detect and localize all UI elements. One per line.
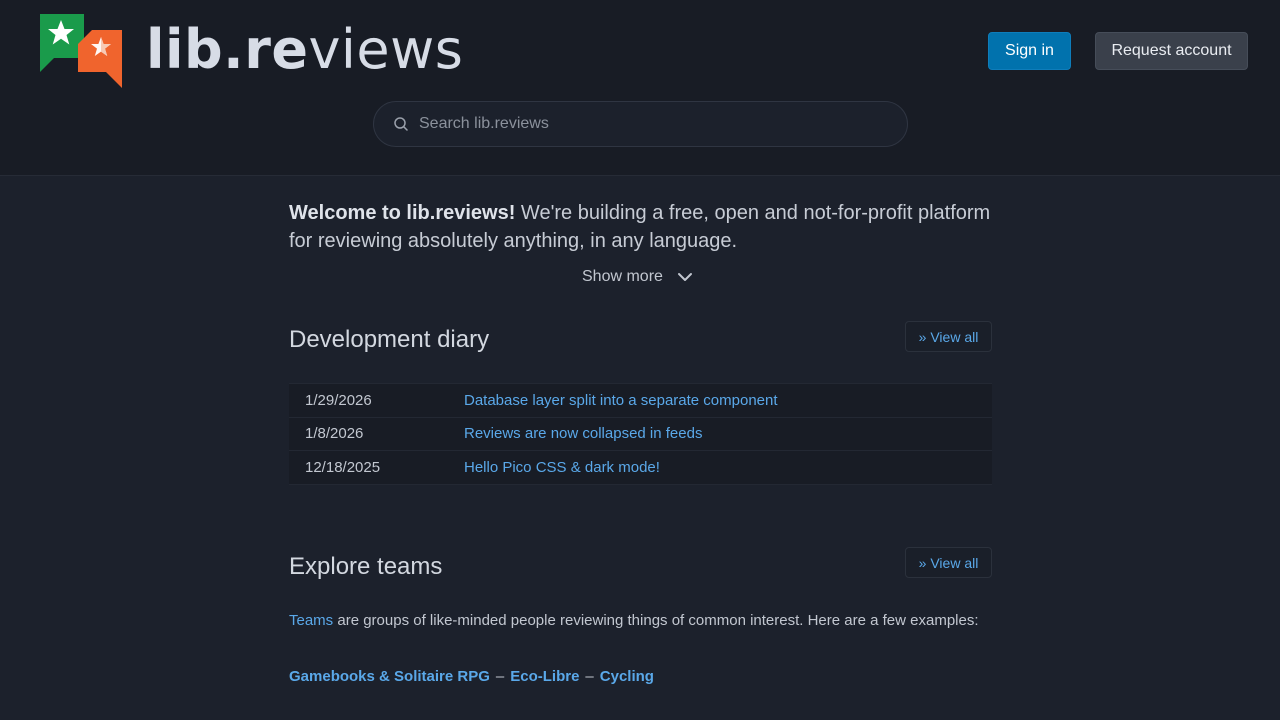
- diary-date: 1/8/2026: [305, 425, 364, 443]
- team-link-cycling[interactable]: Cycling: [600, 668, 654, 685]
- diary-title: Development diary: [289, 326, 490, 353]
- diary-entry-link[interactable]: Reviews are now collapsed in feeds: [464, 425, 702, 442]
- search-input[interactable]: [419, 104, 879, 144]
- site-logo[interactable]: lib.reviews: [38, 14, 463, 88]
- teams-description-text: are groups of like-minded people reviewi…: [333, 612, 979, 629]
- show-more-label: Show more: [582, 268, 663, 285]
- chevron-down-icon: [677, 273, 692, 281]
- search-icon: [394, 117, 408, 131]
- search-bar[interactable]: [373, 101, 908, 147]
- separator: –: [495, 668, 505, 685]
- teams-view-all-link[interactable]: » View all: [905, 547, 992, 578]
- teams-description: Teams are groups of like-minded people r…: [289, 610, 992, 631]
- site-header: lib.reviews Sign in Request account: [0, 0, 1280, 176]
- logo-text-bold: lib.re: [146, 18, 309, 81]
- logo-icon: [38, 14, 126, 88]
- intro-text: Welcome to lib.reviews! We're building a…: [289, 199, 992, 255]
- diary-view-all-link[interactable]: » View all: [905, 321, 992, 352]
- request-account-button[interactable]: Request account: [1095, 32, 1248, 70]
- diary-date: 1/29/2026: [305, 391, 372, 409]
- intro-strong: Welcome to lib.reviews!: [289, 202, 516, 224]
- diary-table: 1/29/2026 Database layer split into a se…: [289, 383, 992, 485]
- teams-examples: Gamebooks & Solitaire RPG – Eco-Libre – Cycl…: [289, 668, 654, 685]
- diary-entry-link[interactable]: Hello Pico CSS & dark mode!: [464, 459, 660, 476]
- diary-entry-link[interactable]: Database layer split into a separate com…: [464, 392, 778, 409]
- teams-title: Explore teams: [289, 553, 443, 580]
- logo-text-light: views: [308, 18, 464, 81]
- sign-in-button[interactable]: Sign in: [988, 32, 1071, 70]
- show-more-toggle[interactable]: Show more: [582, 268, 693, 286]
- team-link-eco-libre[interactable]: Eco-Libre: [510, 668, 579, 685]
- table-row: 1/29/2026 Database layer split into a se…: [289, 383, 992, 418]
- table-row: 12/18/2025 Hello Pico CSS & dark mode!: [289, 451, 992, 485]
- table-row: 1/8/2026 Reviews are now collapsed in fe…: [289, 417, 992, 451]
- teams-link[interactable]: Teams: [289, 612, 333, 629]
- separator: –: [585, 668, 594, 685]
- logo-text: lib.reviews: [146, 18, 463, 82]
- team-link-gamebooks[interactable]: Gamebooks & Solitaire RPG: [289, 668, 490, 685]
- diary-date: 12/18/2025: [305, 458, 381, 476]
